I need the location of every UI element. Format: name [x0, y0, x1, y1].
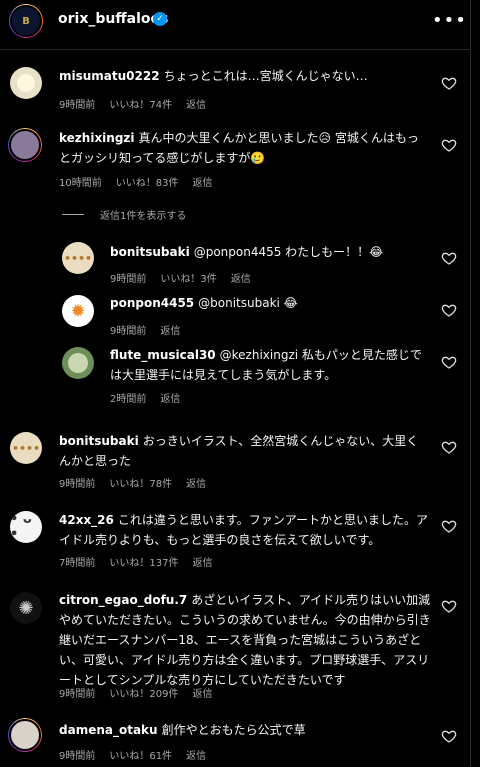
comment-username[interactable]: flute_musical30: [110, 348, 216, 362]
comment-likes[interactable]: いいね！83件: [116, 178, 179, 189]
verified-badge-icon: ✓: [153, 12, 167, 26]
comment-time[interactable]: 9時間前: [59, 689, 95, 700]
comment-meta: 7時間前 いいね！137件 返信: [59, 554, 226, 569]
comment-text: ponpon4455 @bonitsubaki 😂: [110, 293, 430, 313]
reply-button[interactable]: 返信: [186, 751, 206, 762]
heart-icon[interactable]: [441, 354, 457, 370]
comment-username[interactable]: damena_otaku: [59, 723, 158, 737]
comment-likes[interactable]: いいね！61件: [109, 751, 172, 762]
comment-time[interactable]: 9時間前: [59, 100, 95, 111]
comment-text: flute_musical30 @kezhixingzi 私もパッと見た感じでは大…: [110, 345, 432, 385]
comment-time[interactable]: 2時間前: [110, 394, 146, 405]
more-options-icon[interactable]: •••: [432, 10, 467, 31]
comment-body: あざといイラスト、アイドル売りはいい加減やめていただきたい。こういうの求めていま…: [59, 593, 431, 687]
reply-button[interactable]: 返信: [192, 558, 212, 569]
comment-body: @ponpon4455 わたしもー！！😂: [193, 245, 384, 259]
comment-username[interactable]: ponpon4455: [110, 296, 194, 310]
heart-icon[interactable]: [441, 728, 457, 744]
comment-username[interactable]: kezhixingzi: [59, 131, 135, 145]
reply-button[interactable]: 返信: [160, 326, 180, 337]
comment-likes[interactable]: いいね！209件: [109, 689, 178, 700]
avatar[interactable]: ✺: [10, 592, 42, 624]
comment-time[interactable]: 7時間前: [59, 558, 95, 569]
comment-meta: 9時間前 いいね！74件 返信: [59, 96, 220, 111]
reply-button[interactable]: 返信: [192, 689, 212, 700]
heart-icon[interactable]: [441, 75, 457, 91]
comment-text: misumatu0222 ちょっとこれは…宮城くんじゃない…: [59, 66, 429, 86]
avatar[interactable]: [8, 128, 42, 162]
buffaloes-logo-icon: B: [10, 5, 42, 37]
show-replies-label: 返信1件を表示する: [100, 211, 187, 222]
avatar[interactable]: [62, 347, 94, 379]
heart-icon[interactable]: [441, 250, 457, 266]
account-username[interactable]: orix_buffaloes: [58, 11, 168, 27]
comment-meta: 2時間前 返信: [110, 390, 194, 405]
comment-likes[interactable]: いいね！3件: [160, 274, 216, 285]
comment-text: kezhixingzi 真ん中の大里くんかと思いました😥 宮城くんはもっとガッシリ…: [59, 128, 429, 168]
comment-body: これは違うと思います。ファンアートかと思いました。アイドル売りよりも、もっと選手…: [59, 513, 428, 547]
reply-button[interactable]: 返信: [186, 100, 206, 111]
avatar[interactable]: ✹: [62, 295, 94, 327]
comment-likes[interactable]: いいね！137件: [109, 558, 178, 569]
comment-meta: 9時間前 いいね！78件 返信: [59, 475, 220, 490]
comment-meta: 10時間前 いいね！83件 返信: [59, 174, 226, 189]
heart-icon[interactable]: [441, 518, 457, 534]
comment-username[interactable]: bonitsubaki: [110, 245, 190, 259]
heart-icon[interactable]: [441, 439, 457, 455]
comment-meta: 9時間前 返信: [110, 322, 194, 337]
comment-username[interactable]: 42xx_26: [59, 513, 114, 527]
comment-text: citron_egao_dofu.7 あざといイラスト、アイドル売りはいい加減やめ…: [59, 590, 431, 690]
comment-username[interactable]: bonitsubaki: [59, 434, 139, 448]
heart-icon[interactable]: [441, 137, 457, 153]
avatar[interactable]: ••••: [10, 432, 42, 464]
comment-username[interactable]: citron_egao_dofu.7: [59, 593, 187, 607]
comment-text: bonitsubaki おっきいイラスト、全然宮城くんじゃない、大里くんかと思った: [59, 431, 429, 471]
replies-dash: [62, 214, 84, 215]
reply-button[interactable]: 返信: [192, 178, 212, 189]
avatar[interactable]: ••••: [62, 242, 94, 274]
header-divider: [0, 49, 470, 50]
comment-time[interactable]: 9時間前: [110, 274, 146, 285]
scrollbar-track[interactable]: [470, 0, 471, 767]
comment-time[interactable]: 9時間前: [59, 479, 95, 490]
reply-button[interactable]: 返信: [231, 274, 251, 285]
reply-button[interactable]: 返信: [186, 479, 206, 490]
avatar[interactable]: [8, 718, 42, 752]
comment-text: bonitsubaki @ponpon4455 わたしもー！！😂: [110, 242, 430, 262]
reply-button[interactable]: 返信: [160, 394, 180, 405]
comment-meta: 9時間前 いいね！3件 返信: [110, 270, 265, 285]
comment-body: 創作やとおもたら公式で草: [161, 723, 306, 737]
account-avatar[interactable]: B: [9, 4, 43, 38]
comment-body: ちょっとこれは…宮城くんじゃない…: [163, 69, 368, 83]
comment-text: 42xx_26 これは違うと思います。ファンアートかと思いました。アイドル売りより…: [59, 510, 429, 550]
comment-meta: 9時間前 いいね！209件 返信: [59, 685, 226, 700]
comment-text: damena_otaku 創作やとおもたら公式で草: [59, 720, 429, 740]
post-header: B orix_buffaloes ✓ •••: [0, 0, 480, 50]
heart-icon[interactable]: [441, 302, 457, 318]
comment-meta: 9時間前 いいね！61件 返信: [59, 747, 220, 762]
comment-time[interactable]: 9時間前: [110, 326, 146, 337]
avatar[interactable]: • ᴗ •: [10, 511, 42, 543]
comment-body: @bonitsubaki 😂: [198, 296, 298, 310]
comment-username[interactable]: misumatu0222: [59, 69, 160, 83]
comment-time[interactable]: 10時間前: [59, 178, 102, 189]
avatar[interactable]: [10, 67, 42, 99]
comment-time[interactable]: 9時間前: [59, 751, 95, 762]
comment-likes[interactable]: いいね！74件: [109, 100, 172, 111]
show-replies-button[interactable]: 返信1件を表示する: [62, 207, 186, 222]
comment-likes[interactable]: いいね！78件: [109, 479, 172, 490]
heart-icon[interactable]: [441, 598, 457, 614]
